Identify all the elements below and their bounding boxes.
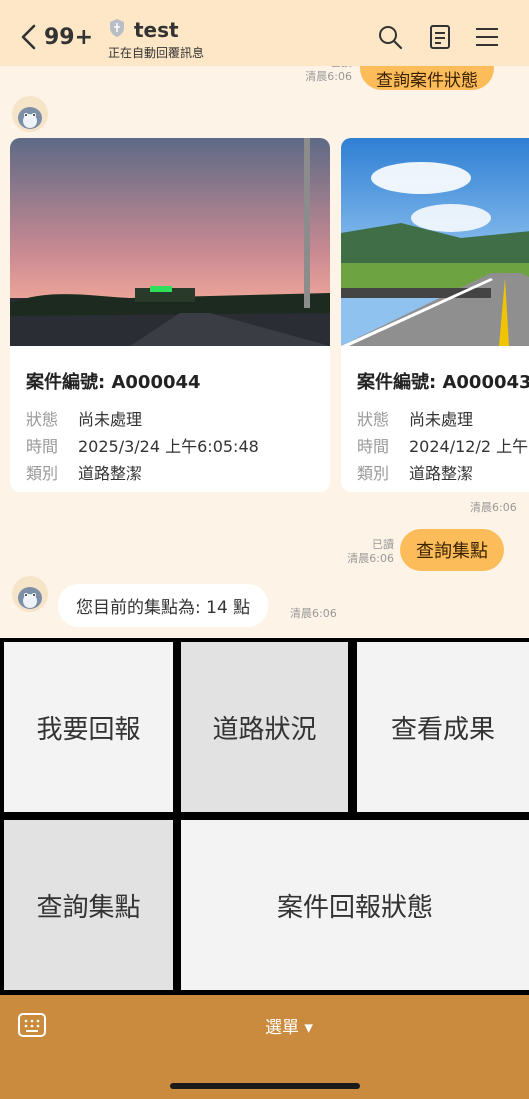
menu-results-button[interactable]: 查看成果 bbox=[357, 642, 529, 812]
menu-icon[interactable] bbox=[474, 24, 500, 50]
menu-case-status-button[interactable]: 案件回報狀態 bbox=[181, 820, 529, 990]
case-photo bbox=[10, 138, 330, 346]
case-time-row: 時間 2025/3/24 上午6:05:48 bbox=[26, 433, 314, 460]
case-number: 案件編號: A000043 bbox=[357, 372, 529, 393]
menu-road-status-button[interactable]: 道路狀況 bbox=[181, 642, 348, 812]
row-label: 狀態 bbox=[26, 410, 59, 429]
row-value: 尚未處理 bbox=[78, 410, 143, 429]
row-label: 狀態 bbox=[357, 410, 390, 429]
case-number: 案件編號: A000044 bbox=[26, 372, 201, 393]
case-category-row: 類別 道路整潔 bbox=[357, 460, 529, 487]
case-category-row: 類別 道路整潔 bbox=[26, 460, 314, 487]
menu-toggle[interactable]: 選單 ▾ bbox=[265, 1013, 313, 1038]
message-time: 清晨6:06 bbox=[305, 70, 352, 83]
rich-menu: 我要回報 道路狀況 查看成果 查詢集點 案件回報狀態 bbox=[0, 638, 529, 995]
row-label: 時間 bbox=[357, 437, 390, 456]
message-meta: 已讀 清晨6:06 bbox=[336, 538, 394, 566]
chat-title-block[interactable]: test 正在自動回覆訊息 bbox=[108, 18, 204, 61]
row-label: 類別 bbox=[26, 464, 59, 483]
chevron-left-icon bbox=[21, 24, 36, 50]
bot-avatar[interactable] bbox=[12, 576, 48, 612]
message-meta: 已讀 清晨6:06 bbox=[290, 66, 352, 84]
message-time: 清晨6:06 bbox=[347, 552, 394, 565]
row-label: 時間 bbox=[26, 437, 59, 456]
chat-header: 99+ test 正在自動回覆訊息 bbox=[0, 0, 529, 66]
row-value: 2024/12/2 上午 bbox=[409, 437, 529, 456]
incoming-message[interactable]: 您目前的集點為: 14 點 bbox=[58, 584, 269, 627]
notes-icon[interactable] bbox=[427, 24, 453, 50]
search-icon[interactable] bbox=[377, 24, 403, 50]
bot-avatar[interactable] bbox=[12, 96, 48, 132]
chat-title: test bbox=[134, 18, 179, 42]
read-receipt: 已讀 bbox=[372, 538, 394, 551]
row-value: 2025/3/24 上午6:05:48 bbox=[78, 437, 259, 456]
outgoing-message[interactable]: 查詢案件狀態 bbox=[360, 66, 494, 91]
shield-icon bbox=[108, 18, 126, 42]
message-time: 清晨6:06 bbox=[470, 501, 517, 514]
case-time-row: 時間 2024/12/2 上午 bbox=[357, 433, 529, 460]
outgoing-message[interactable]: 查詢集點 bbox=[400, 529, 504, 571]
unread-count: 99+ bbox=[44, 24, 94, 50]
case-photo bbox=[341, 138, 529, 346]
case-card[interactable]: 案件編號: A000044 狀態 尚未處理 時間 2025/3/24 上午6:05:… bbox=[10, 138, 330, 492]
chat-subtitle: 正在自動回覆訊息 bbox=[108, 46, 205, 60]
keyboard-icon[interactable] bbox=[18, 1013, 46, 1037]
menu-points-button[interactable]: 查詢集點 bbox=[4, 820, 173, 990]
case-card[interactable]: 案件編號: A000043 狀態 尚未處理 時間 2024/12/2 上午 類別 道路… bbox=[341, 138, 529, 492]
row-value: 道路整潔 bbox=[409, 464, 474, 483]
back-button[interactable]: 99+ bbox=[18, 22, 93, 52]
bottom-bar: 選單 ▾ bbox=[0, 995, 529, 1099]
menu-report-button[interactable]: 我要回報 bbox=[4, 642, 173, 812]
case-status-row: 狀態 尚未處理 bbox=[357, 406, 529, 433]
message-time: 清晨6:06 bbox=[290, 607, 337, 620]
row-label: 類別 bbox=[357, 464, 390, 483]
case-status-row: 狀態 尚未處理 bbox=[26, 406, 314, 433]
row-value: 道路整潔 bbox=[78, 464, 143, 483]
chat-area[interactable]: 已讀 清晨6:06 查詢案件狀態 案件編號: A000044 bbox=[0, 66, 529, 638]
home-indicator bbox=[170, 1083, 360, 1089]
row-value: 尚未處理 bbox=[409, 410, 474, 429]
